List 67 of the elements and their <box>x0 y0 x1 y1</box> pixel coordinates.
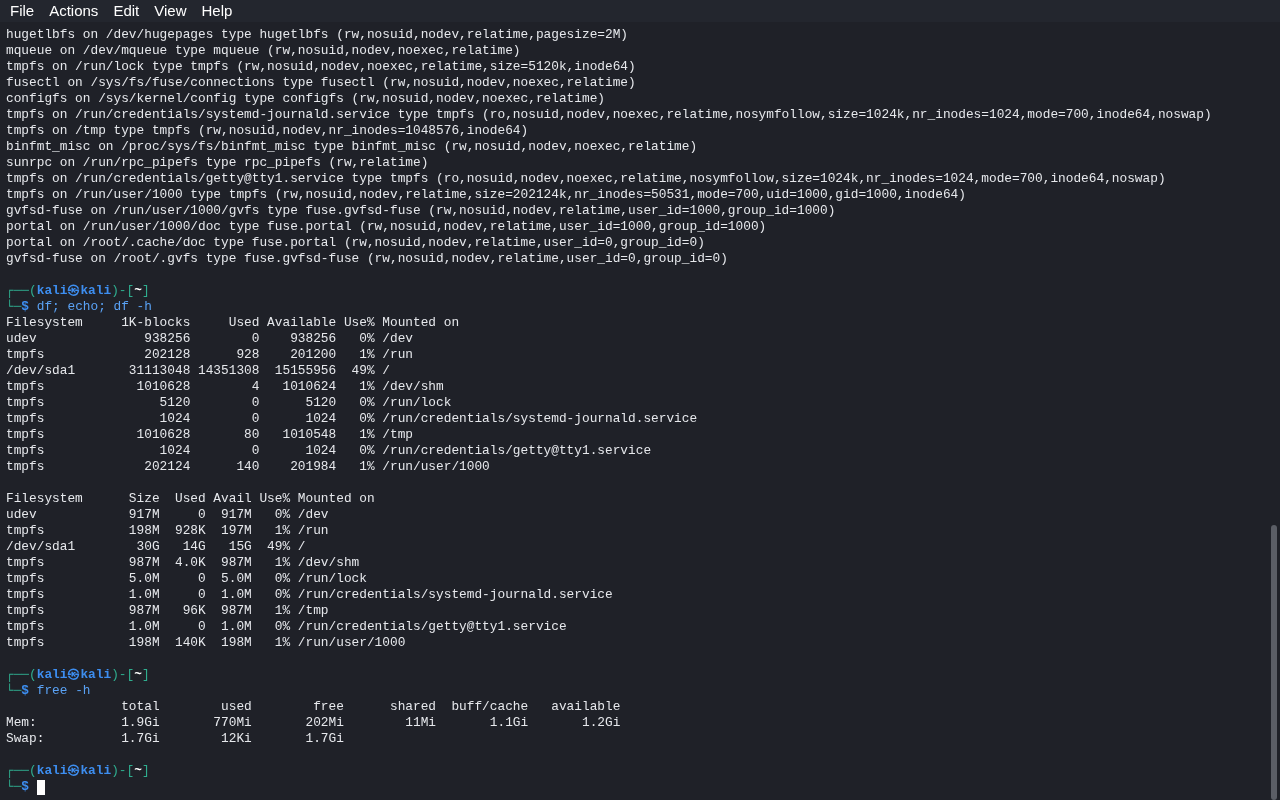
terminal-line: tmpfs 5.0M 0 5.0M 0% /run/lock <box>6 571 367 586</box>
terminal-line: mqueue on /dev/mqueue type mqueue (rw,nosuid,nodev,noexec,relatime) <box>6 43 521 58</box>
terminal-line: Mem: 1.9Gi 770Mi 202Mi 11Mi 1.1Gi 1.2Gi <box>6 715 621 730</box>
prompt-decoration: ] <box>141 283 150 298</box>
terminal-line: binfmt_misc on /proc/sys/fs/binfmt_misc type binfmt_misc (rw,nosuid,nodev,noexec,relatime) <box>6 139 698 154</box>
terminal-line: tmpfs on /run/user/1000 type tmpfs (rw,nosuid,nodev,relatime,size=202124k,nr_inodes=50531,mode=700,uid=1000,gid=1000,inode64) <box>6 187 966 202</box>
prompt-decoration: )-[ <box>111 763 135 778</box>
terminal-line: tmpfs 987M 4.0K 987M 1% /dev/shm <box>6 555 360 570</box>
menu-item[interactable]: Actions <box>49 0 99 23</box>
prompt-decoration: ┌──( <box>6 763 37 778</box>
prompt-decoration: ] <box>141 763 150 778</box>
prompt-decoration: ┌──( <box>6 667 37 682</box>
terminal-line: Filesystem 1K-blocks Used Available Use% Mounted on <box>6 315 460 330</box>
terminal-line: /dev/sda1 31113048 14351308 15155956 49% / <box>6 363 390 378</box>
terminal-line: gvfsd-fuse on /run/user/1000/gvfs type fuse.gvfsd-fuse (rw,nosuid,nodev,relatime,user_id=1000,group_id=1000) <box>6 203 836 218</box>
terminal-line: gvfsd-fuse on /root/.gvfs type fuse.gvfsd-fuse (rw,nosuid,nodev,relatime,user_id=0,group_id=0) <box>6 251 728 266</box>
prompt-decoration: ┌──( <box>6 283 37 298</box>
menu-item[interactable]: View <box>154 0 187 23</box>
terminal-line: tmpfs 1010628 80 1010548 1% /tmp <box>6 427 413 442</box>
prompt-user: kali㉿kali <box>36 763 112 778</box>
terminal-line: /dev/sda1 30G 14G 15G 49% / <box>6 539 306 554</box>
terminal-line: tmpfs 1.0M 0 1.0M 0% /run/credentials/systemd-journald.service <box>6 587 613 602</box>
command-text: df; echo; df -h <box>36 299 152 315</box>
prompt-decoration: ] <box>141 667 150 682</box>
terminal-line: portal on /root/.cache/doc type fuse.portal (rw,nosuid,nodev,relatime,user_id=0,group_id=0) <box>6 235 705 250</box>
prompt-symbol: $ <box>21 683 30 699</box>
menu-item[interactable]: Edit <box>113 0 140 23</box>
prompt-directory: ~ <box>134 283 142 298</box>
terminal-line: tmpfs on /run/credentials/systemd-journald.service type tmpfs (ro,nosuid,nodev,noexec,relatime,nosymfollow,size=1024k,nr_inodes=1024,mode=700,inode64,noswap) <box>6 107 1212 122</box>
terminal-line: tmpfs 202128 928 201200 1% /run <box>6 347 413 362</box>
terminal-line: tmpfs 987M 96K 987M 1% /tmp <box>6 603 329 618</box>
terminal-line: tmpfs 1024 0 1024 0% /run/credentials/getty@tty1.service <box>6 443 652 458</box>
terminal-line: udev 938256 0 938256 0% /dev <box>6 331 413 346</box>
command-text: free -h <box>36 683 91 699</box>
prompt-decoration: )-[ <box>111 283 135 298</box>
terminal-line: hugetlbfs on /dev/hugepages type hugetlbfs (rw,nosuid,nodev,relatime,pagesize=2M) <box>6 27 629 42</box>
terminal-line: tmpfs 1.0M 0 1.0M 0% /run/credentials/getty@tty1.service <box>6 619 567 634</box>
scrollbar-thumb[interactable] <box>1271 525 1277 800</box>
terminal-line: tmpfs 1010628 4 1010624 1% /dev/shm <box>6 379 444 394</box>
prompt-decoration: └─ <box>6 683 22 699</box>
terminal-line: udev 917M 0 917M 0% /dev <box>6 507 329 522</box>
prompt-directory: ~ <box>134 667 142 682</box>
terminal-line: tmpfs 198M 928K 197M 1% /run <box>6 523 329 538</box>
prompt-symbol: $ <box>21 299 30 315</box>
terminal-line: configfs on /sys/kernel/config type configfs (rw,nosuid,nodev,noexec,relatime) <box>6 91 605 106</box>
terminal-line: total used free shared buff/cache available <box>120 699 621 714</box>
terminal-line: Swap: 1.7Gi 12Ki 1.7Gi <box>6 731 344 746</box>
terminal-line: tmpfs on /tmp type tmpfs (rw,nosuid,nodev,nr_inodes=1048576,inode64) <box>6 123 529 138</box>
terminal-line: fusectl on /sys/fs/fuse/connections type fusectl (rw,nosuid,nodev,noexec,relatime) <box>6 75 636 90</box>
terminal-line: tmpfs 5120 0 5120 0% /run/lock <box>6 395 452 410</box>
terminal-line: tmpfs 202124 140 201984 1% /run/user/1000 <box>6 459 490 474</box>
prompt-user: kali㉿kali <box>36 283 112 298</box>
prompt-directory: ~ <box>134 763 142 778</box>
terminal-line: Filesystem Size Used Avail Use% Mounted on <box>6 491 375 506</box>
terminal-line: tmpfs 198M 140K 198M 1% /run/user/1000 <box>6 635 406 650</box>
terminal-line: tmpfs on /run/lock type tmpfs (rw,nosuid,nodev,noexec,relatime,size=5120k,inode64) <box>6 59 636 74</box>
prompt-decoration: └─ <box>6 299 22 315</box>
prompt-symbol: $ <box>21 779 30 795</box>
prompt-user: kali㉿kali <box>36 667 112 682</box>
menu-item[interactable]: File <box>10 0 35 23</box>
terminal-line: sunrpc on /run/rpc_pipefs type rpc_pipefs (rw,relatime) <box>6 155 429 170</box>
prompt-decoration: └─ <box>6 779 22 795</box>
terminal-line: tmpfs 1024 0 1024 0% /run/credentials/systemd-journald.service <box>6 411 698 426</box>
menu-item[interactable]: Help <box>201 0 233 23</box>
terminal-line: tmpfs on /run/credentials/getty@tty1.service type tmpfs (ro,nosuid,nodev,noexec,relatime,nosymfollow,size=1024k,nr_inodes=1024,mode=700,inode64,noswap) <box>6 171 1166 186</box>
terminal-line: portal on /run/user/1000/doc type fuse.portal (rw,nosuid,nodev,relatime,user_id=1000,group_id=1000) <box>6 219 767 234</box>
prompt-decoration: )-[ <box>111 667 135 682</box>
